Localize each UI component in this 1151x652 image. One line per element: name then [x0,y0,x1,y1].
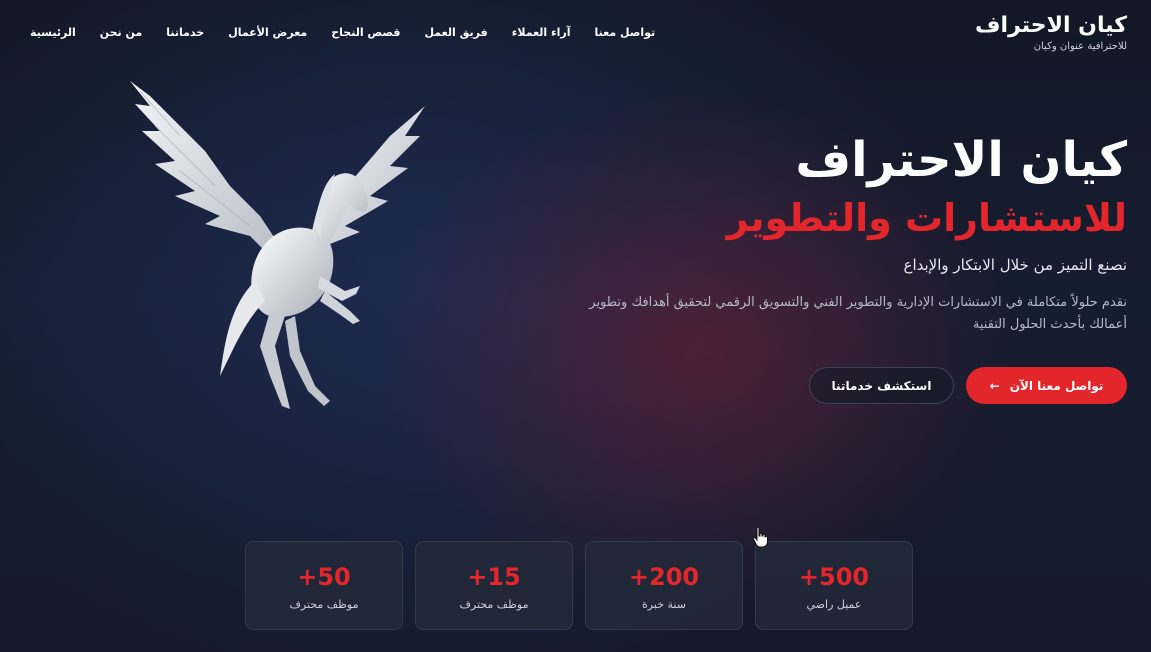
contact-now-label: تواصل معنا الآن [1009,378,1104,393]
stat-card: +15 موظف محترف [415,541,573,630]
stat-value: +500 [798,563,870,591]
stat-value: +15 [467,563,521,591]
nav-item-services[interactable]: خدماتنا [166,26,204,39]
logo-subtitle: للاحترافية عنوان وكيان [1033,41,1127,52]
stat-label: عميل راضي [806,598,862,611]
hand-cursor-icon [752,526,768,548]
nav-item-home[interactable]: الرئيسية [30,26,76,39]
stats-row: +50 موظف محترف +15 موظف محترف +200 سنة خ… [245,541,913,630]
logo[interactable]: كيان الاحتراف للاحترافية عنوان وكيان [975,12,1127,53]
nav-item-contact[interactable]: تواصل معنا [595,26,656,39]
stat-card: +200 سنة خبرة [585,541,743,630]
nav-item-portfolio[interactable]: معرض الأعمال [228,26,307,39]
stat-label: موظف محترف [459,598,529,611]
contact-now-button[interactable]: تواصل معنا الآن ← [966,367,1127,404]
hero-title: كيان الاحتراف [795,132,1127,188]
arrow-left-icon: ← [989,378,1000,393]
hero-buttons: تواصل معنا الآن ← استكشف خدماتنا [809,367,1127,404]
stat-value: +50 [297,563,351,591]
nav-item-team[interactable]: فريق العمل [424,26,487,39]
stat-value: +200 [628,563,700,591]
hero-description: نقدم حلولاً متكاملة في الاستشارات الإدار… [589,295,1127,332]
stat-card: +500 عميل راضي [755,541,913,630]
hero-section: كيان الاحتراف للاستشارات والتطوير نصنع ا… [567,128,1127,336]
explore-services-button[interactable]: استكشف خدماتنا [809,367,954,404]
stat-card: +50 موظف محترف [245,541,403,630]
logo-title: كيان الاحتراف [974,13,1127,38]
hero-tagline: نصنع التميز من خلال الابتكار والإبداع [903,256,1128,274]
nav-item-about[interactable]: من نحن [100,26,143,39]
stat-label: سنة خبرة [642,598,686,611]
pegasus-image [130,81,425,409]
main-nav: الرئيسية من نحن خدماتنا معرض الأعمال قصص… [30,26,655,39]
nav-item-testimonials[interactable]: آراء العملاء [512,26,571,39]
stat-label: موظف محترف [289,598,359,611]
nav-item-success-stories[interactable]: قصص النجاح [331,26,400,39]
hero-subtitle: للاستشارات والتطوير [726,196,1127,240]
